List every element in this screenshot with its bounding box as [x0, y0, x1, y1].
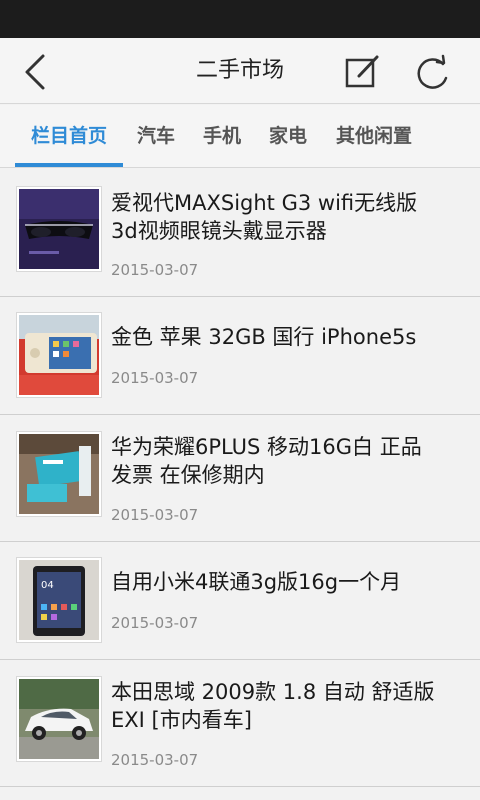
- list-item[interactable]: 爱视代MAXSight G3 wifi无线版 3d视频眼镜头戴显示器 2015-…: [0, 169, 480, 297]
- category-tabs: 栏目首页 汽车 手机 家电 其他闲置: [0, 105, 480, 168]
- item-thumbnail: 04: [17, 558, 101, 642]
- item-title-line1: 自用小米4联通3g版16g一个月: [111, 570, 402, 594]
- item-title-line2: EXI [市内看车]: [111, 708, 252, 732]
- tab-cars[interactable]: 汽车: [128, 105, 184, 168]
- video-glasses-photo: [19, 189, 99, 269]
- list-item[interactable]: 华为荣耀6PLUS 移动16G白 正品 发票 在保修期内 2015-03-07: [0, 415, 480, 542]
- white-car-photo: [19, 679, 99, 759]
- tab-other-idle[interactable]: 其他闲置: [326, 105, 422, 168]
- item-date: 2015-03-07: [111, 369, 199, 387]
- refresh-button[interactable]: [410, 50, 456, 94]
- refresh-icon: [417, 54, 448, 89]
- active-tab-indicator: [15, 163, 123, 167]
- item-title-line1: 华为荣耀6PLUS 移动16G白 正品: [111, 435, 422, 459]
- compose-button[interactable]: [340, 50, 386, 94]
- page-title: 二手市场: [195, 58, 284, 83]
- xiaomi-phone-photo: 04: [19, 560, 99, 640]
- item-date: 2015-03-07: [111, 751, 199, 769]
- list-item[interactable]: 04 自用小米4联通3g版16g一个月 2015-03-07: [0, 542, 480, 660]
- item-title-line1: 本田思域 2009款 1.8 自动 舒适版: [111, 680, 435, 704]
- app-header: 二手市场: [0, 38, 480, 104]
- item-thumbnail: [17, 187, 101, 271]
- item-title-line2: 发票 在保修期内: [111, 463, 265, 487]
- item-thumbnail: [17, 313, 101, 397]
- tab-home[interactable]: 栏目首页: [15, 105, 123, 168]
- item-title-line1: 爱视代MAXSight G3 wifi无线版: [111, 191, 418, 215]
- item-title-line1: 金色 苹果 32GB 国行 iPhone5s: [111, 325, 417, 349]
- list-item[interactable]: 金色 苹果 32GB 国行 iPhone5s 2015-03-07: [0, 297, 480, 415]
- svg-text:04: 04: [41, 580, 54, 591]
- status-bar: [0, 0, 480, 38]
- item-thumbnail: [17, 677, 101, 761]
- item-date: 2015-03-07: [111, 506, 199, 524]
- phone-box-photo: [19, 434, 99, 514]
- tab-phones[interactable]: 手机: [194, 105, 250, 168]
- item-thumbnail: [17, 432, 101, 516]
- list-item[interactable]: 本田思域 2009款 1.8 自动 舒适版 EXI [市内看车] 2015-03…: [0, 660, 480, 787]
- item-date: 2015-03-07: [111, 261, 199, 279]
- tab-appliances[interactable]: 家电: [260, 105, 316, 168]
- iphone-photo: [19, 315, 99, 395]
- compose-icon: [345, 55, 379, 88]
- item-title-line2: 3d视频眼镜头戴显示器: [111, 219, 327, 243]
- item-date: 2015-03-07: [111, 614, 199, 632]
